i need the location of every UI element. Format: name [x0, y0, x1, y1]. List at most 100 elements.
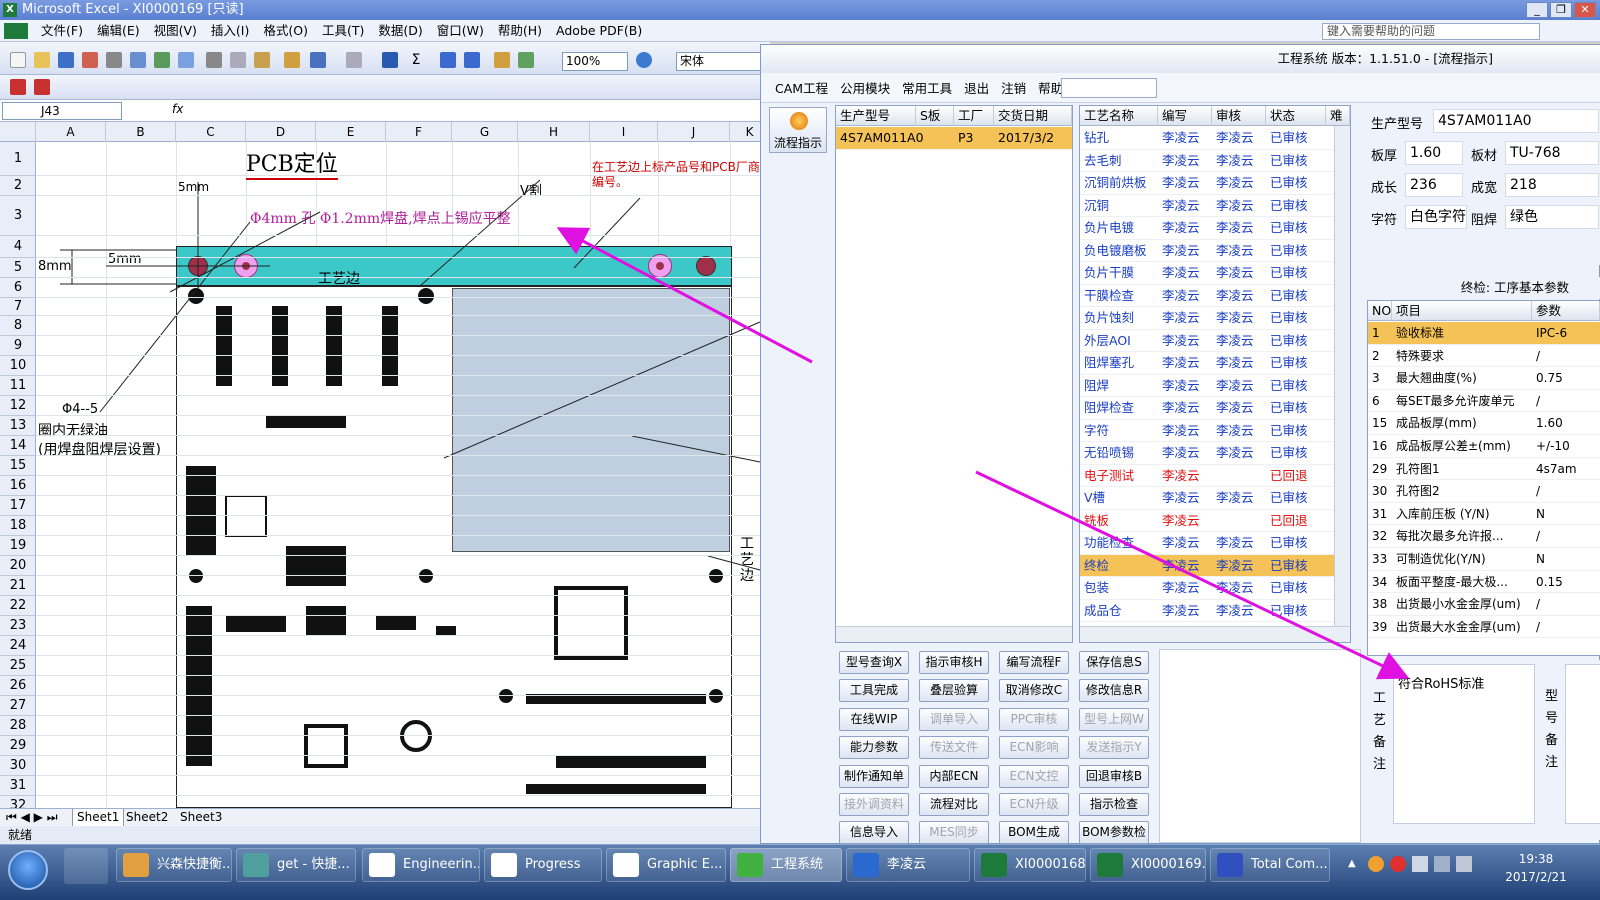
taskbar-task[interactable]: 兴森快捷衡... — [116, 848, 232, 882]
param-row[interactable]: 33 可制造优化(Y/N) N — [1368, 548, 1600, 571]
params-col-no[interactable]: NO — [1368, 301, 1392, 321]
process-remark-text[interactable]: 符合RoHS标准 — [1393, 664, 1535, 824]
drawing-icon[interactable] — [518, 52, 534, 68]
menu-file[interactable]: 文件(F) — [34, 20, 90, 42]
action-button[interactable]: 流程对比 — [919, 793, 989, 816]
tray-arrow-icon[interactable]: ▲ — [1348, 858, 1356, 869]
action-button[interactable]: 回退审核B — [1079, 764, 1149, 788]
process-row[interactable]: 字符 李凌云 李凌云 已审核 — [1080, 420, 1334, 442]
process-row[interactable]: 负片蚀刻 李凌云 李凌云 已审核 — [1080, 307, 1334, 330]
action-button[interactable]: 指示检查 — [1079, 793, 1149, 816]
material-field[interactable]: TU-768 — [1505, 141, 1599, 165]
action-button[interactable]: 在线WIP — [839, 707, 909, 731]
param-row[interactable]: 3 最大翘曲度(%) 0.75 — [1368, 367, 1600, 390]
action-button[interactable]: 能力参数 — [839, 736, 909, 760]
process-row[interactable]: 负片干膜 李凌云 李凌云 已审核 — [1080, 262, 1334, 285]
clock-date[interactable]: 2017/2/21 — [1496, 870, 1576, 884]
taskbar-task[interactable]: Engineerin... — [362, 848, 480, 882]
process-row[interactable]: 终检 李凌云 李凌云 已审核 — [1080, 554, 1334, 577]
fx-icon[interactable]: fx — [172, 102, 183, 116]
process-row[interactable]: 负电镀磨板 李凌云 李凌云 已审核 — [1080, 240, 1334, 262]
close-icon[interactable]: ✕ — [1574, 2, 1596, 18]
new-icon[interactable] — [10, 52, 26, 68]
action-button[interactable]: 信息导入 — [839, 821, 909, 845]
open-icon[interactable] — [34, 52, 50, 68]
cam-menu-logout[interactable]: 注销 — [995, 78, 1032, 97]
process-vscroll[interactable] — [1334, 126, 1350, 626]
param-row[interactable]: 34 板面平整度-最大极... 0.15 — [1368, 571, 1600, 594]
save-icon[interactable] — [58, 52, 74, 68]
process-row[interactable]: 包装 李凌云 李凌云 已审核 — [1080, 577, 1334, 600]
menu-data[interactable]: 数据(D) — [371, 20, 429, 42]
sort-asc-icon[interactable] — [440, 52, 456, 68]
worksheet-grid[interactable]: A B C D E F G H I J K 1 2 3 4 5 6 7 8 9 10 11 12 13 1… — [0, 122, 770, 808]
sheet-tab-3[interactable]: Sheet3 — [180, 809, 222, 826]
cam-menu-common[interactable]: 公用模块 — [834, 78, 896, 97]
params-col-value[interactable]: 参数 — [1532, 301, 1600, 321]
pdf-convert-icon[interactable] — [10, 79, 26, 95]
process-row[interactable]: 沉铜前烘板 李凌云 李凌云 已审核 — [1080, 172, 1334, 195]
process-row[interactable]: 钻孔 李凌云 李凌云 已审核 — [1080, 127, 1334, 150]
cam-combo-select[interactable] — [1061, 78, 1157, 98]
process-row[interactable]: V槽 李凌云 李凌云 已审核 — [1080, 487, 1334, 510]
font-select[interactable]: 宋体 — [676, 52, 764, 71]
order-col-factory[interactable]: 工厂 — [954, 106, 994, 126]
order-col-date[interactable]: 交货日期 — [994, 106, 1072, 126]
network-tray-icon[interactable] — [1412, 856, 1428, 872]
chart-wizard-icon[interactable] — [494, 52, 510, 68]
param-row[interactable]: 30 孔符图2 / — [1368, 480, 1600, 503]
restore-icon[interactable]: ❐ — [1550, 2, 1572, 18]
action-button[interactable]: 叠层验算 — [919, 679, 989, 703]
action-button[interactable]: 指示审核H — [919, 651, 989, 674]
process-row[interactable]: 去毛刺 李凌云 李凌云 已审核 — [1080, 150, 1334, 172]
param-row[interactable]: 16 成品板厚公差±(mm) +/-10 — [1368, 435, 1600, 458]
menu-tools[interactable]: 工具(T) — [315, 20, 371, 42]
process-col-reviewer[interactable]: 审核 — [1212, 106, 1266, 126]
process-row[interactable]: 铣板 李凌云 已回退 — [1080, 510, 1334, 532]
process-row[interactable]: 负片电镀 李凌云 李凌云 已审核 — [1080, 217, 1334, 240]
permission-icon[interactable] — [82, 52, 98, 68]
process-row[interactable]: 阻焊检查 李凌云 李凌云 已审核 — [1080, 397, 1334, 420]
order-col-model[interactable]: 生产型号 — [836, 106, 916, 126]
name-box[interactable]: J43 — [2, 102, 122, 120]
sheet-tab-2[interactable]: Sheet2 — [126, 809, 168, 826]
menu-format[interactable]: 格式(O) — [256, 20, 315, 42]
action-button[interactable]: 工具完成 — [839, 679, 909, 703]
process-col-status[interactable]: 状态 — [1266, 106, 1326, 126]
research-icon[interactable] — [178, 52, 194, 68]
cam-menu-exit[interactable]: 退出 — [958, 78, 995, 97]
process-row[interactable]: 阻焊 李凌云 李凌云 已审核 — [1080, 375, 1334, 397]
menu-insert[interactable]: 插入(I) — [204, 20, 256, 42]
taskbar-task[interactable]: 李凌云 — [846, 848, 970, 882]
param-row[interactable]: 29 孔符图1 4s7am — [1368, 458, 1600, 481]
taskbar-task[interactable]: get - 快捷... — [236, 848, 356, 882]
action-button[interactable]: ECN文控 — [999, 764, 1069, 788]
param-row[interactable]: 39 出货最大水金金厚(um) / — [1368, 616, 1600, 639]
action-button[interactable]: ECN影响 — [999, 736, 1069, 760]
print-preview-icon[interactable] — [130, 52, 146, 68]
action-button[interactable]: 取消修改C — [999, 679, 1069, 703]
order-row[interactable]: 4S7AM011A0 P3 2017/3/2 — [836, 127, 1072, 150]
action-button[interactable]: 编写流程F — [999, 651, 1069, 674]
spelling-icon[interactable] — [154, 52, 170, 68]
action-button[interactable]: 传送文件 — [919, 736, 989, 760]
taskbar-task[interactable]: 工程系统 — [730, 848, 842, 882]
action-button[interactable]: PPC审核 — [999, 707, 1069, 731]
paste-icon[interactable] — [254, 52, 270, 68]
menu-edit[interactable]: 编辑(E) — [90, 20, 147, 42]
width-field[interactable]: 218 — [1505, 173, 1599, 197]
thickness-field[interactable]: 1.60 — [1405, 141, 1463, 165]
help-icon[interactable] — [636, 52, 652, 68]
process-row[interactable]: 成品仓 李凌云 李凌云 已审核 — [1080, 600, 1334, 622]
process-col-difficulty[interactable]: 难 — [1326, 106, 1350, 126]
process-row[interactable]: 沉铜 李凌云 李凌云 已审核 — [1080, 195, 1334, 217]
action-button[interactable]: 保存信息S — [1079, 651, 1149, 674]
menu-view[interactable]: 视图(V) — [147, 20, 204, 42]
pdf-mail-icon[interactable] — [34, 79, 50, 95]
order-col-s[interactable]: S板 — [916, 106, 954, 126]
autosum-icon[interactable]: Σ — [408, 52, 424, 68]
browser-tray-icon[interactable] — [1368, 856, 1384, 872]
sheet-nav-icon[interactable]: ⏮ ◀ ▶ ⏭ — [6, 809, 58, 826]
action-button[interactable]: BOM参数检查 — [1079, 821, 1149, 860]
google-tray-icon[interactable] — [1390, 856, 1406, 872]
